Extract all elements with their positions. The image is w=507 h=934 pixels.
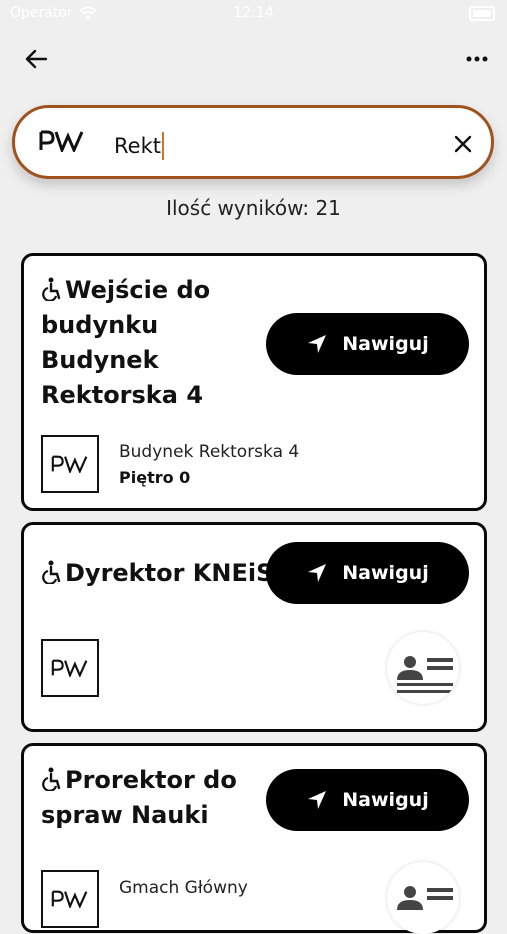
navigation-arrow-icon (308, 335, 327, 353)
result-title: Prorektor do spraw Nauki (41, 763, 237, 833)
floor-label: Piętro 0 (119, 468, 191, 487)
title-line: Rektorska 4 (41, 381, 204, 409)
arrow-left-icon (25, 49, 48, 69)
pw-logo-box (41, 435, 99, 493)
pw-logo-icon (51, 890, 88, 908)
title-line: budynku (41, 311, 159, 339)
result-card[interactable]: Dyrektor KNEiS Nawiguj (21, 522, 487, 732)
search-query-text: Rekt (114, 134, 161, 158)
pw-logo-icon (51, 455, 88, 473)
title-line: Wejście do (41, 273, 210, 308)
battery-icon (469, 6, 495, 21)
navigate-label: Nawiguj (342, 789, 429, 811)
back-button[interactable] (22, 45, 50, 73)
result-title: Wejście do budynku Budynek Rektorska 4 (41, 273, 210, 413)
result-card[interactable]: Wejście do budynku Budynek Rektorska 4 N… (21, 253, 487, 511)
wheelchair-icon (42, 277, 61, 301)
navigate-label: Nawiguj (342, 562, 429, 584)
navigate-button[interactable]: Nawiguj (266, 542, 469, 604)
navigate-label: Nawiguj (342, 333, 429, 355)
status-bar: Operator 12:14 (0, 0, 507, 30)
pw-logo (39, 130, 85, 156)
location-name: Gmach Główny (119, 878, 248, 898)
contact-card-icon (397, 886, 453, 910)
navigation-arrow-icon (308, 791, 327, 809)
more-button[interactable] (465, 46, 489, 72)
result-count: Ilość wyników: 21 (166, 196, 341, 220)
pw-logo-box (41, 870, 99, 928)
navigation-arrow-icon (308, 564, 327, 582)
title-line: Dyrektor KNEiS (41, 556, 273, 591)
result-title: Dyrektor KNEiS (41, 556, 273, 591)
clear-search-button[interactable] (449, 130, 477, 158)
pw-logo-icon (51, 659, 88, 677)
text-caret (161, 132, 164, 160)
contact-card-icon (397, 656, 453, 693)
title-line: Prorektor do (41, 763, 237, 798)
title-line: Budynek (41, 346, 159, 374)
navigate-button[interactable]: Nawiguj (266, 313, 469, 375)
title-line: spraw Nauki (41, 801, 209, 829)
clock: 12:14 (233, 5, 274, 21)
search-input[interactable]: Rekt (114, 132, 164, 160)
person-card-icon (387, 632, 459, 704)
result-card[interactable]: Prorektor do spraw Nauki Nawiguj Gmach G… (21, 743, 487, 934)
close-icon (454, 135, 472, 153)
search-bar[interactable]: Rekt (12, 105, 494, 179)
more-horizontal-icon (466, 56, 488, 62)
pw-logo-box (41, 639, 99, 697)
wheelchair-icon (42, 767, 61, 791)
wheelchair-icon (42, 560, 61, 584)
location-name: Budynek Rektorska 4 (119, 442, 300, 462)
pw-logo-icon (39, 130, 84, 155)
person-card-icon (387, 862, 459, 934)
navigate-button[interactable]: Nawiguj (266, 769, 469, 831)
